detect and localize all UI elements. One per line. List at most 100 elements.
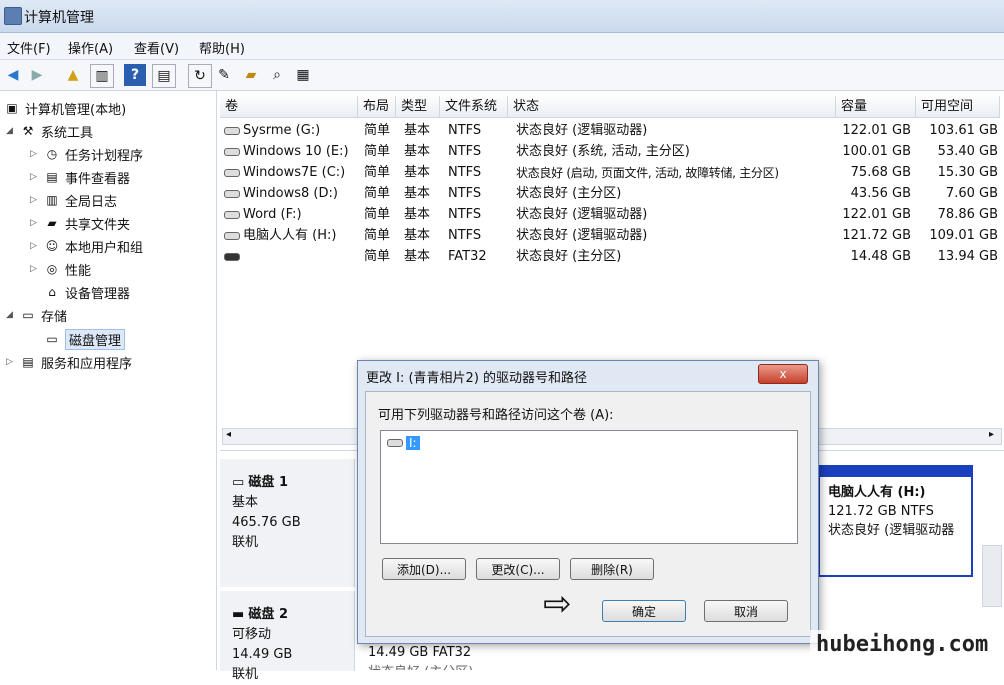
menu-view[interactable]: 查看(V) — [134, 38, 179, 57]
expand-arrow-icon[interactable]: ▷ — [30, 218, 40, 228]
disk-1-name: 磁盘 1 — [248, 475, 288, 490]
column-type[interactable]: 类型 — [396, 96, 440, 118]
type-cell: 基本 — [404, 207, 431, 222]
tree-disk-management[interactable]: ▭ 磁盘管理 — [44, 328, 126, 350]
ok-button[interactable]: 确定 — [602, 600, 686, 622]
remove-button[interactable]: 删除(R) — [570, 558, 654, 580]
tree-storage-label: 存储 — [41, 309, 68, 325]
tree-services[interactable]: ▷ ▤ 服务和应用程序 — [6, 351, 132, 373]
table-row[interactable]: 电脑人人有 (H:) 简单 基本 NTFS 状态良好 (逻辑驱动器) 121.7… — [220, 226, 1004, 246]
drive-path-list[interactable]: I: — [380, 430, 798, 544]
filesystem-cell: NTFS — [448, 186, 482, 201]
disk-icon[interactable]: ▦ — [292, 64, 314, 86]
users-icon: ☺ — [45, 239, 59, 253]
capacity-cell: 75.68 GB — [850, 165, 911, 180]
vertical-scrollbar[interactable] — [982, 545, 1002, 607]
layout-cell: 简单 — [364, 123, 391, 138]
column-status[interactable]: 状态 — [508, 96, 836, 118]
tree-task-scheduler[interactable]: ▷ ◷ 任务计划程序 — [30, 143, 143, 165]
disk-2-size: 14.49 GB — [232, 647, 293, 662]
column-layout[interactable]: 布局 — [358, 96, 396, 118]
table-row[interactable]: 简单 基本 FAT32 状态良好 (主分区) 14.48 GB 13.94 GB — [220, 247, 1004, 267]
event-viewer-icon: ▤ — [46, 170, 58, 184]
volume-name: Word (F:) — [224, 205, 302, 225]
volume-name-text: Windows8 (D:) — [243, 186, 338, 201]
table-row[interactable]: Sysrme (G:) 简单 基本 NTFS 状态良好 (逻辑驱动器) 122.… — [220, 121, 1004, 141]
table-row[interactable]: Windows8 (D:) 简单 基本 NTFS 状态良好 (主分区) 43.5… — [220, 184, 1004, 204]
disk-1-type: 基本 — [232, 495, 259, 510]
free-space-cell: 109.01 GB — [929, 228, 998, 243]
type-cell: 基本 — [404, 144, 431, 159]
pointing-arrow-icon: ⇨ — [543, 584, 572, 624]
expand-arrow-icon[interactable]: ▷ — [30, 264, 40, 274]
volume-name-text: 电脑人人有 (H:) — [243, 228, 337, 243]
tree-event-viewer[interactable]: ▷ ▤ 事件查看器 — [30, 166, 130, 188]
show-hide-tree-icon[interactable]: ▥ — [90, 64, 114, 88]
change-button[interactable]: 更改(C)... — [476, 558, 560, 580]
layout-cell: 简单 — [364, 207, 391, 222]
column-filesystem[interactable]: 文件系统 — [440, 96, 508, 118]
tree-local-users[interactable]: ▷ ☺ 本地用户和组 — [30, 235, 143, 257]
tree-shared-folders[interactable]: ▷ ▰ 共享文件夹 — [30, 212, 130, 234]
refresh-icon[interactable]: ↻ — [188, 64, 212, 88]
tree-event-log[interactable]: ▷ ▥ 全局日志 — [30, 189, 117, 211]
drive-path-item[interactable]: I: — [387, 435, 420, 451]
expand-arrow-icon[interactable]: ▷ — [6, 357, 16, 367]
disk-icon: ▭ — [232, 475, 249, 490]
volume-name: Windows8 (D:) — [224, 184, 338, 204]
collapse-arrow-icon[interactable]: ◢ — [6, 310, 16, 320]
add-button[interactable]: 添加(D)... — [382, 558, 466, 580]
dialog-body: 可用下列驱动器号和路径访问这个卷 (A): I: 添加(D)... 更改(C).… — [365, 391, 811, 637]
column-free-space[interactable]: 可用空间 — [916, 96, 1000, 118]
scroll-left-icon[interactable]: ◂ — [226, 429, 231, 440]
status-cell: 状态良好 (逻辑驱动器) — [516, 207, 648, 222]
volume-name-text: Sysrme (G:) — [243, 123, 321, 138]
partition-fat32-tile[interactable]: 14.49 GB FAT32 状态良好 (主分区) — [360, 645, 808, 670]
drive-icon — [224, 189, 240, 198]
menu-file[interactable]: 文件(F) — [7, 38, 51, 57]
table-row[interactable]: Word (F:) 简单 基本 NTFS 状态良好 (逻辑驱动器) 122.01… — [220, 205, 1004, 225]
up-folder-icon[interactable]: ▲ — [62, 64, 84, 86]
column-capacity[interactable]: 容量 — [836, 96, 916, 118]
table-row[interactable]: Windows7E (C:) 简单 基本 NTFS 状态良好 (启动, 页面文件… — [220, 163, 1004, 183]
disk-2-info[interactable]: ▬ 磁盘 2 可移动 14.49 GB 联机 — [220, 591, 355, 682]
menu-action[interactable]: 操作(A) — [68, 38, 113, 57]
bottom-partition-status: 状态良好 (主分区) — [368, 661, 473, 670]
search-icon[interactable]: ⌕ — [266, 64, 288, 86]
tree-storage[interactable]: ◢ ▭ 存储 — [6, 304, 67, 326]
open-folder-icon[interactable]: ▰ — [240, 64, 262, 86]
tree-performance[interactable]: ▷ ◎ 性能 — [30, 258, 91, 280]
properties-icon[interactable]: ▤ — [152, 64, 176, 88]
table-row[interactable]: Windows 10 (E:) 简单 基本 NTFS 状态良好 (系统, 活动,… — [220, 142, 1004, 162]
tree-root[interactable]: ▣ 计算机管理(本地) — [4, 97, 126, 119]
tree-device-manager[interactable]: ⌂ 设备管理器 — [44, 281, 130, 303]
back-arrow-icon[interactable]: ◀ — [2, 64, 24, 86]
partition-h-tile[interactable]: 电脑人人有 (H:) 121.72 GB NTFS 状态良好 (逻辑驱动器 — [818, 465, 973, 577]
window-title: 计算机管理 — [24, 10, 94, 26]
expand-arrow-icon[interactable]: ▷ — [30, 241, 40, 251]
tree-root-label: 计算机管理(本地) — [25, 102, 127, 118]
scroll-right-icon[interactable]: ▸ — [989, 429, 994, 440]
export-icon[interactable]: ✎ — [213, 64, 235, 86]
volume-name: Windows7E (C:) — [224, 163, 345, 183]
cancel-button[interactable]: 取消 — [704, 600, 788, 622]
disk-1-info[interactable]: ▭ 磁盘 1 基本 465.76 GB 联机 — [220, 459, 355, 587]
menu-help[interactable]: 帮助(H) — [199, 38, 245, 57]
drive-icon — [224, 231, 240, 240]
help-icon[interactable]: ? — [124, 64, 146, 86]
free-space-cell: 7.60 GB — [945, 186, 998, 201]
expand-arrow-icon[interactable]: ▷ — [30, 195, 40, 205]
forward-arrow-icon[interactable]: ▶ — [26, 64, 48, 86]
column-volume[interactable]: 卷 — [220, 96, 358, 118]
drive-icon — [387, 439, 403, 447]
tree-task-scheduler-label: 任务计划程序 — [65, 148, 144, 164]
collapse-arrow-icon[interactable]: ◢ — [6, 126, 16, 136]
performance-icon: ◎ — [46, 262, 58, 276]
expand-arrow-icon[interactable]: ▷ — [30, 149, 40, 159]
type-cell: 基本 — [404, 249, 431, 264]
type-cell: 基本 — [404, 186, 431, 201]
tree-system-tools[interactable]: ◢ ⚒ 系统工具 — [6, 120, 93, 142]
free-space-cell: 53.40 GB — [937, 144, 998, 159]
close-button[interactable]: x — [758, 364, 808, 384]
expand-arrow-icon[interactable]: ▷ — [30, 172, 40, 182]
